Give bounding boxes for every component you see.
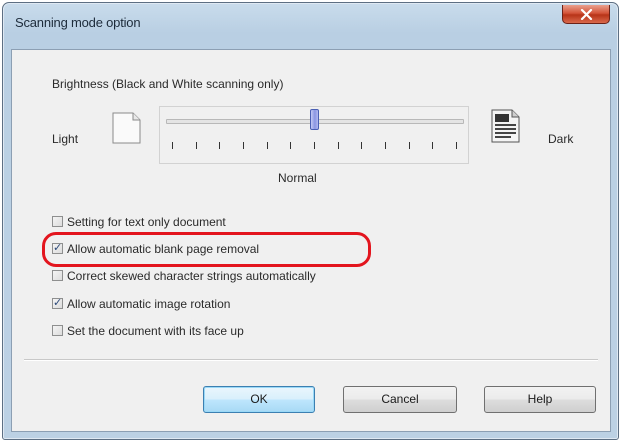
slider-tick: [361, 142, 363, 149]
highlight-annotation: [42, 232, 371, 267]
dark-label: Dark: [548, 132, 574, 146]
slider-thumb[interactable]: [310, 109, 319, 130]
close-button[interactable]: [562, 5, 610, 24]
light-page-icon: [112, 112, 141, 144]
dark-page-icon: [491, 109, 520, 143]
cancel-button[interactable]: Cancel: [343, 386, 457, 413]
title-bar[interactable]: Scanning mode option: [3, 3, 618, 49]
option-label: Set the document with its face up: [67, 324, 244, 338]
slider-tick: [266, 142, 268, 149]
slider-tick: [432, 142, 434, 149]
checkbox[interactable]: [52, 270, 63, 281]
help-button[interactable]: Help: [484, 386, 596, 413]
slider-tick: [314, 142, 315, 149]
slider-tick: [408, 142, 410, 149]
slider-tick: [243, 142, 244, 149]
slider-tick: [219, 142, 221, 149]
scanning-mode-option-dialog: Scanning mode option Brightness (Black a…: [2, 2, 619, 440]
dialog-body: Brightness (Black and White scanning onl…: [11, 49, 611, 432]
window-title: Scanning mode option: [15, 15, 141, 30]
light-label: Light: [52, 132, 79, 146]
slider-tick: [195, 142, 197, 149]
slider-tick: [456, 142, 457, 149]
option-label: Setting for text only document: [67, 215, 226, 229]
normal-label: Normal: [278, 171, 317, 185]
option-label: Correct skewed character strings automat…: [67, 269, 316, 283]
checkbox[interactable]: ✓: [52, 296, 63, 309]
slider-tick: [337, 142, 339, 149]
ok-button[interactable]: OK: [203, 386, 315, 413]
option-label: Allow automatic image rotation: [67, 297, 231, 311]
brightness-slider[interactable]: [159, 106, 469, 164]
slider-tick: [290, 142, 292, 149]
checkbox[interactable]: [52, 325, 63, 336]
close-icon: [580, 9, 593, 20]
slider-tick: [172, 142, 173, 149]
slider-tick: [385, 142, 386, 149]
brightness-group-title: Brightness (Black and White scanning onl…: [52, 77, 284, 91]
check-mark-icon: ✓: [53, 296, 63, 309]
checkbox[interactable]: [52, 216, 63, 227]
divider: [24, 359, 598, 361]
